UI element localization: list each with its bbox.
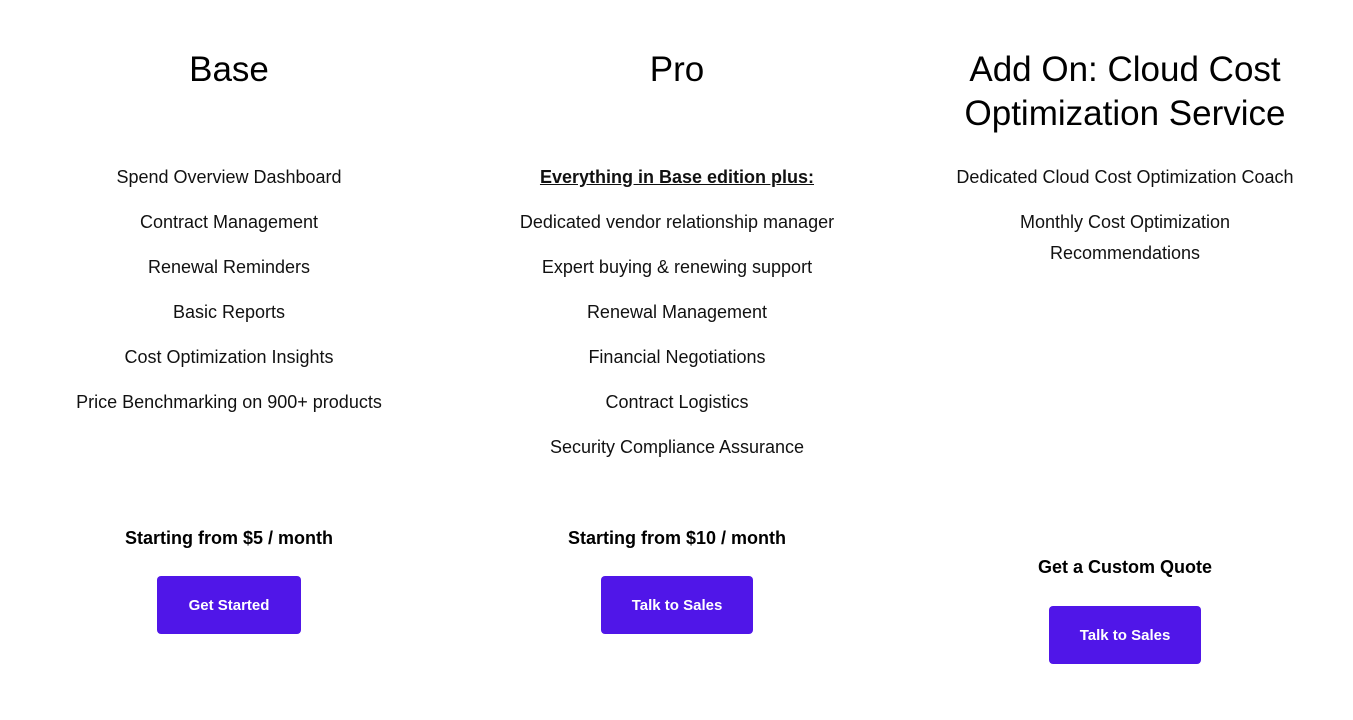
feature-item: Financial Negotiations: [588, 347, 766, 367]
feature-list: Dedicated Cloud Cost Optimization Coach …: [925, 162, 1325, 283]
feature-list: Spend Overview Dashboard Contract Manage…: [29, 163, 429, 433]
feature-item: Contract Management: [139, 212, 319, 232]
feature-list: Everything in Base edition plus: Dedicat…: [477, 163, 877, 478]
feature-lead: Everything in Base edition plus:: [539, 167, 815, 187]
plan-title: Base: [189, 50, 269, 89]
feature-item: Dedicated Cloud Cost Optimization Coach: [956, 167, 1294, 187]
talk-to-sales-button[interactable]: Talk to Sales: [1049, 606, 1201, 664]
feature-item: Expert buying & renewing support: [541, 257, 813, 277]
plan-title: Add On: Cloud Cost Optimization Service: [964, 50, 1286, 133]
plan-price: Get a Custom Quote: [1037, 557, 1212, 577]
talk-to-sales-button[interactable]: Talk to Sales: [601, 576, 753, 634]
feature-item: Security Compliance Assurance: [549, 437, 805, 457]
feature-item: Price Benchmarking on 900+ products: [76, 392, 382, 412]
feature-item: Cost Optimization Insights: [124, 347, 334, 367]
feature-item: Contract Logistics: [605, 392, 749, 412]
plan-price: Starting from $5 / month: [124, 528, 333, 548]
plan-title: Pro: [649, 50, 705, 89]
feature-item: Basic Reports: [172, 302, 286, 322]
feature-item: Monthly Cost Optimization Recommendation…: [1019, 212, 1231, 263]
feature-item: Spend Overview Dashboard: [116, 167, 342, 187]
feature-item: Renewal Reminders: [147, 257, 311, 277]
feature-item: Dedicated vendor relationship manager: [519, 212, 835, 232]
feature-item: Renewal Management: [586, 302, 768, 322]
plan-price: Starting from $10 / month: [567, 528, 787, 548]
get-started-button[interactable]: Get Started: [157, 576, 301, 634]
